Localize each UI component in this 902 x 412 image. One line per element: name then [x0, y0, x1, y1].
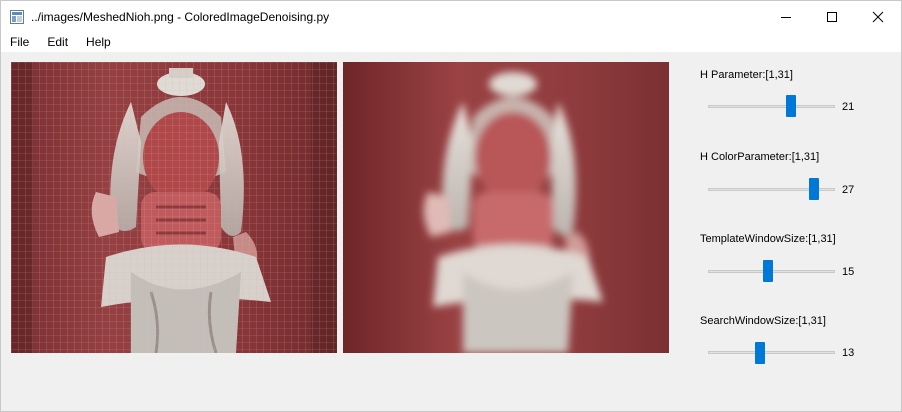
maximize-icon — [827, 11, 837, 22]
param-search-window-value: 13 — [842, 347, 855, 359]
param-h-slider-track[interactable] — [708, 105, 835, 108]
app-window: ../images/MeshedNioh.png - ColoredImageD… — [0, 0, 902, 412]
close-button[interactable] — [855, 1, 901, 32]
param-search-window-label: SearchWindowSize:[1,31] — [700, 315, 826, 327]
menu-help[interactable]: Help — [78, 35, 119, 49]
param-h-label: H Parameter:[1,31] — [700, 69, 793, 81]
param-search-window-slider-handle[interactable] — [754, 342, 765, 364]
param-template-window-label: TemplateWindowSize:[1,31] — [700, 233, 836, 245]
denoised-image-panel — [343, 62, 669, 353]
param-search-window-slider-track[interactable] — [708, 351, 835, 354]
title-bar[interactable]: ../images/MeshedNioh.png - ColoredImageD… — [1, 1, 901, 32]
minimize-icon — [781, 16, 791, 18]
param-h-color-value: 27 — [842, 184, 855, 196]
window-title: ../images/MeshedNioh.png - ColoredImageD… — [31, 9, 330, 24]
param-h-slider-handle[interactable] — [786, 95, 796, 117]
param-template-window-slider-handle[interactable] — [762, 260, 773, 282]
meshed-nioh-original-image — [11, 62, 337, 353]
app-icon — [10, 9, 24, 24]
param-template-window-value: 15 — [842, 266, 855, 278]
maximize-button[interactable] — [809, 1, 855, 32]
minimize-button[interactable] — [763, 1, 809, 32]
menu-edit[interactable]: Edit — [39, 35, 76, 49]
close-icon — [872, 11, 884, 22]
original-image-panel — [11, 62, 337, 353]
param-h-color-slider-handle[interactable] — [809, 178, 820, 200]
param-h-color-label: H ColorParameter:[1,31] — [700, 151, 820, 163]
param-h-value: 21 — [842, 101, 855, 113]
menu-bar: File Edit Help — [1, 32, 901, 52]
meshed-nioh-denoised-image — [343, 62, 669, 353]
menu-file[interactable]: File — [1, 35, 37, 49]
